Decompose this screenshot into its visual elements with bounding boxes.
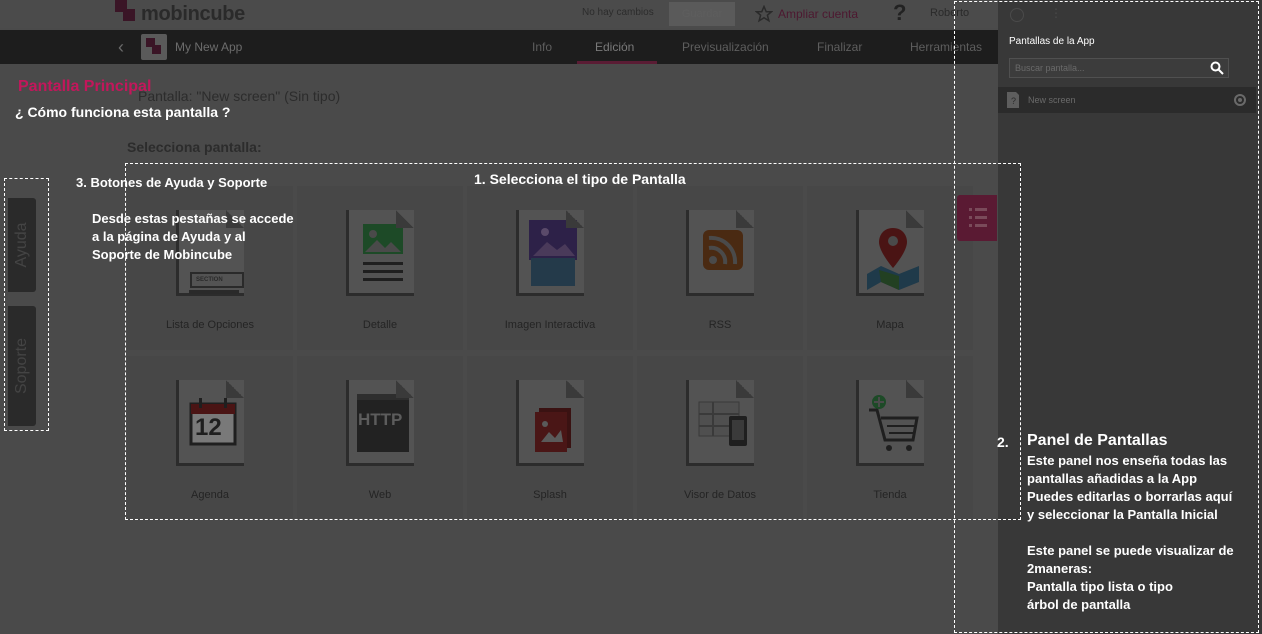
step2-line: Pantalla tipo lista o tipo <box>1027 579 1173 594</box>
step2-line: Este panel se puede visualizar de <box>1027 543 1234 558</box>
step2-line <box>1027 524 1259 542</box>
step2-line: Este panel nos enseña todas las <box>1027 453 1228 468</box>
tab-edicion[interactable]: Edición <box>595 40 634 54</box>
back-icon[interactable]: ‹ <box>118 37 124 58</box>
brand-name: mobincube <box>141 3 245 25</box>
side-tabs-highlight <box>4 178 49 431</box>
app-root: mobincube No hay cambios Guardar Ampliar… <box>0 0 1262 634</box>
overlay-title: Pantalla Principal <box>18 78 152 95</box>
step2-line: árbol de pantalla <box>1027 597 1131 612</box>
step2-line: 2maneras: <box>1027 561 1093 576</box>
app-name: My New App <box>175 40 243 54</box>
save-button[interactable]: Guardar <box>669 2 735 26</box>
upgrade-account-link[interactable]: Ampliar cuenta <box>755 4 858 24</box>
step2-title: Panel de Pantallas <box>1027 432 1168 449</box>
tab-info[interactable]: Info <box>532 40 552 54</box>
step2-number: 2. <box>997 434 1009 450</box>
star-icon <box>755 5 773 23</box>
step2-line: y seleccionar la Pantalla Inicial <box>1027 507 1218 522</box>
app-icon <box>141 34 167 60</box>
step3-line: Desde estas pestañas se accede <box>92 211 294 226</box>
step2-text: Este panel nos enseña todas las pantalla… <box>1027 452 1259 614</box>
step1-label: 1. Selecciona el tipo de Pantalla <box>474 171 686 187</box>
overlay-subtitle: ¿ Cómo funciona esta pantalla ? <box>15 104 231 120</box>
step2-line: Puedes editarlas o borrarlas aquí <box>1027 489 1233 504</box>
step2-line: pantallas añadidas a la App <box>1027 471 1198 486</box>
step3-line: Soporte de Mobincube <box>92 247 233 262</box>
screen-header: Pantalla: "New screen" (Sin tipo) <box>138 88 341 104</box>
step3-text: Desde estas pestañas se accede a la pági… <box>92 210 294 264</box>
select-screen-title: Selecciona pantalla: <box>127 139 262 155</box>
save-status: No hay cambios <box>582 7 654 18</box>
step3-line: a la página de Ayuda y al <box>92 229 246 244</box>
tab-finalizar[interactable]: Finalizar <box>817 40 862 54</box>
help-icon[interactable]: ? <box>893 0 906 26</box>
active-tab-indicator <box>577 61 657 64</box>
tab-previsualizacion[interactable]: Previsualización <box>682 40 769 54</box>
upgrade-label: Ampliar cuenta <box>778 7 859 21</box>
mobincube-logo-icon <box>115 0 135 21</box>
step3-title: 3. Botones de Ayuda y Soporte <box>76 175 268 190</box>
